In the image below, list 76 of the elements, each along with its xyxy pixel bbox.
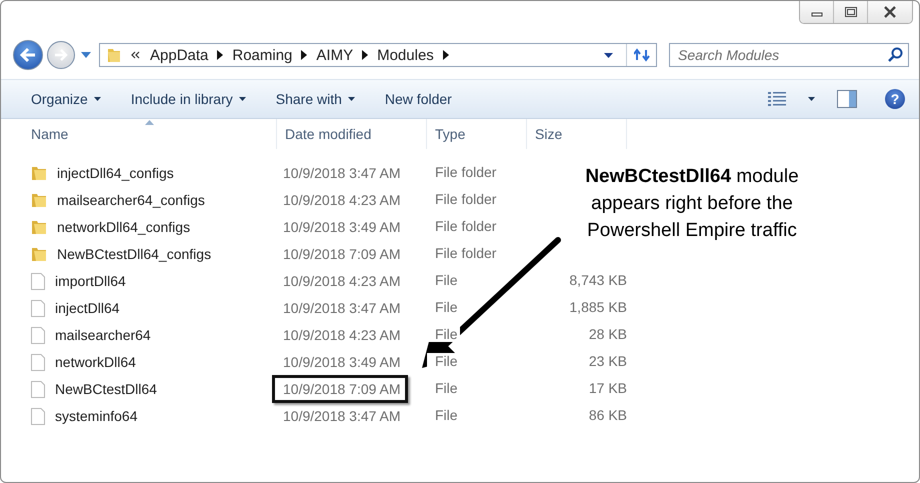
file-name[interactable]: injectDll64_configs (57, 165, 174, 181)
size-cell-text: 1,885 KB (568, 299, 627, 315)
toolbar-button[interactable]: Organize (19, 87, 113, 111)
maximize-button[interactable] (834, 1, 868, 23)
file-icon (31, 272, 45, 290)
date-cell-text: 10/9/2018 3:47 AM (282, 299, 402, 318)
size-cell-text: 8,743 KB (568, 272, 627, 288)
forward-arrow-icon (53, 48, 69, 62)
minimize-button[interactable] (800, 1, 834, 23)
file-name[interactable]: NewBCtestDll64_configs (57, 246, 212, 262)
file-name[interactable]: networkDll64_configs (57, 219, 190, 235)
separator-icon[interactable] (301, 50, 308, 60)
file-name[interactable]: systeminfo64 (55, 408, 138, 424)
caret-icon (808, 97, 815, 101)
size-cell-text: 28 KB (588, 326, 627, 342)
type-cell: File (427, 326, 460, 342)
separator-icon[interactable] (217, 50, 224, 60)
file-name[interactable]: NewBCtestDll64 (55, 381, 157, 397)
address-bar[interactable]: AppData Roaming AIMY Modules (99, 43, 657, 67)
date-cell-text: 10/9/2018 3:49 AM (282, 218, 402, 237)
help-button[interactable]: ? (885, 89, 905, 109)
date-cell-text: 10/9/2018 4:23 AM (282, 326, 402, 345)
toolbar-button[interactable]: Include in library (118, 87, 258, 111)
file-name[interactable]: importDll64 (55, 273, 126, 289)
folder-icon (31, 192, 47, 208)
close-button[interactable] (868, 1, 912, 23)
column-header[interactable]: Name (31, 119, 277, 149)
search-icon (887, 47, 903, 63)
caret-icon[interactable] (81, 52, 91, 58)
close-icon (883, 6, 897, 18)
toolbar-button[interactable]: Share with (264, 87, 367, 111)
file-icon (31, 300, 45, 316)
date-cell-text: 10/9/2018 4:23 AM (282, 191, 402, 210)
folder-icon (106, 47, 122, 63)
file-icon (31, 354, 45, 370)
breadcrumb[interactable]: AppData (150, 46, 208, 64)
file-name[interactable]: mailsearcher64 (55, 327, 151, 343)
file-name[interactable]: injectDll64 (55, 300, 120, 316)
date-cell-text: 10/9/2018 3:49 AM (282, 353, 402, 372)
type-cell: File (427, 353, 460, 369)
preview-pane-icon (837, 90, 857, 108)
file-icon (31, 326, 45, 344)
dropdown-icon[interactable] (604, 52, 613, 58)
date-cell-text: 10/9/2018 3:47 AM (282, 164, 402, 183)
details-view-icon (768, 92, 786, 106)
file-name[interactable]: networkDll64 (55, 354, 136, 370)
folder-icon (31, 246, 47, 262)
file-icon (31, 380, 45, 398)
refresh-icon (634, 48, 650, 62)
column-header[interactable]: Type (427, 119, 527, 149)
search-field[interactable]: Search Modules (669, 43, 909, 67)
back-arrow-icon (19, 47, 37, 63)
file-icon (31, 408, 45, 424)
column-header[interactable]: Size (527, 119, 627, 149)
folder-icon (31, 165, 47, 181)
separator-icon[interactable] (442, 50, 449, 60)
breadcrumb[interactable]: Modules (377, 46, 434, 64)
breadcrumb[interactable]: AIMY (316, 46, 354, 64)
annotation-text: NewBCtestDll64 module appears right before the Powershell Empire traffic (584, 165, 800, 243)
toolbar-button[interactable]: New folder (372, 87, 464, 111)
breadcrumb[interactable]: Roaming (232, 46, 292, 64)
size-cell-text: 23 KB (588, 353, 627, 369)
chevron-icon[interactable] (131, 51, 141, 59)
date-cell-text: 10/9/2018 3:47 AM (282, 407, 402, 426)
date-cell-text: 10/9/2018 7:09 AM (282, 245, 402, 264)
size-cell-text: 17 KB (588, 380, 627, 396)
date-cell-text: 10/9/2018 4:23 AM (282, 272, 402, 291)
back-button[interactable] (13, 40, 43, 70)
file-name[interactable]: mailsearcher64_configs (57, 192, 205, 208)
separator-icon[interactable] (362, 50, 368, 60)
size-cell-text: 86 KB (588, 407, 627, 423)
forward-button[interactable] (47, 41, 75, 69)
maximize-icon (844, 6, 858, 18)
folder-icon (31, 219, 47, 235)
date-cell: 10/9/2018 7:09 AM (272, 375, 408, 403)
column-header[interactable]: Date modified (277, 119, 427, 149)
